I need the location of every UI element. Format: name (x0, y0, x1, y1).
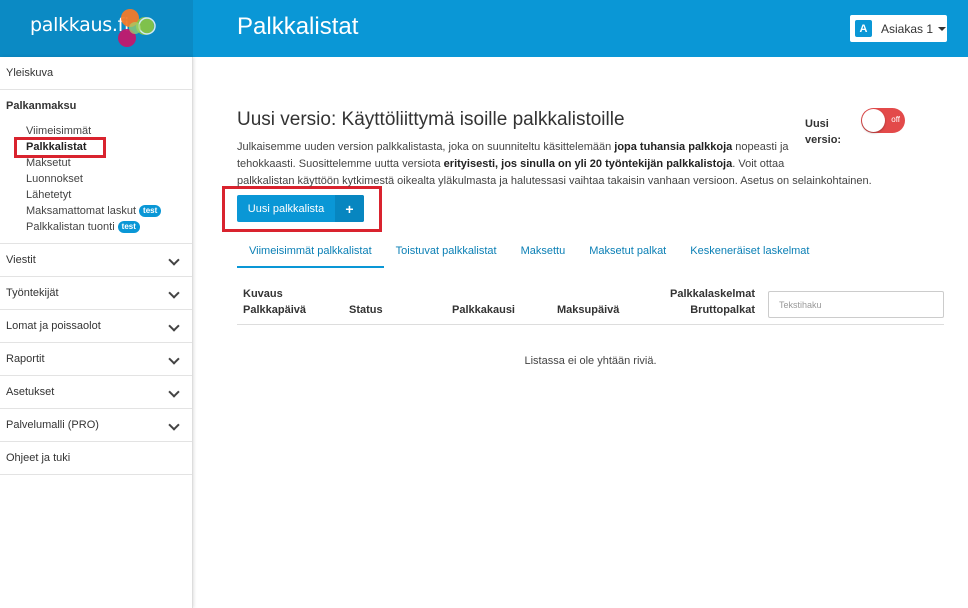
intro-bold: jopa tuhansia palkkoja (614, 141, 733, 153)
sidebar-subitem-luonnokset[interactable]: Luonnokset (0, 171, 192, 187)
column-header-kuvaus[interactable]: Kuvaus Palkkapäivä (243, 286, 306, 318)
intro-bold: erityisesti, jos sinulla on yli 20 työnt… (443, 158, 733, 170)
logo[interactable]: palkkaus.fi (0, 0, 193, 57)
tab-toistuvat-palkkalistat[interactable]: Toistuvat palkkalistat (384, 239, 509, 268)
top-bar: palkkaus.fi Palkkalistat A Asiakas 1 (0, 0, 968, 57)
new-payroll-list-button[interactable]: Uusi palkkalista + (237, 195, 364, 222)
tab-viimeisimmat-palkkalistat[interactable]: Viimeisimmät palkkalistat (237, 239, 384, 268)
test-badge: test (117, 221, 140, 233)
search-input[interactable] (768, 291, 944, 318)
table-header-divider (237, 324, 944, 325)
column-label: Palkkapäivä (243, 304, 306, 316)
sidebar-item-label: Palkanmaksu (6, 100, 77, 112)
section-heading: Uusi versio: Käyttöliittymä isoille palk… (237, 109, 625, 130)
column-label: Bruttopalkat (690, 304, 755, 316)
sidebar-item-label: Työntekijät (6, 287, 59, 299)
sidebar-item-label: Raportit (6, 353, 45, 365)
subitem-label: Maksamattomat laskut (26, 205, 137, 217)
sidebar-item-label: Lomat ja poissaolot (6, 320, 101, 332)
sidebar-item-lomat[interactable]: Lomat ja poissaolot (0, 310, 192, 343)
test-badge: test (139, 205, 162, 217)
sidebar-item-label: Viestit (6, 254, 36, 266)
account-menu-button[interactable]: A Asiakas 1 (850, 15, 947, 42)
highlight-box-palkkalistat (14, 137, 106, 158)
sidebar-item-label: Ohjeet ja tuki (6, 452, 71, 464)
page-title: Palkkalistat (237, 13, 359, 40)
account-avatar: A (855, 20, 872, 37)
chevron-down-icon (168, 287, 180, 299)
toggle-state-text: off (891, 115, 900, 124)
chevron-down-icon (168, 386, 180, 398)
chevron-down-icon (168, 320, 180, 332)
sidebar-item-asetukset[interactable]: Asetukset (0, 376, 192, 409)
empty-list-message: Listassa ei ole yhtään riviä. (524, 355, 657, 367)
chevron-down-icon (168, 254, 180, 266)
sidebar-subitem-lahetetyt[interactable]: Lähetetyt (0, 187, 192, 203)
sidebar-item-label: Asetukset (6, 386, 55, 398)
column-header-status[interactable]: Status (349, 302, 383, 318)
chevron-down-icon (168, 353, 180, 365)
intro-text: Julkaisemme uuden version palkkalistasta… (237, 141, 615, 153)
sidebar-item-viestit[interactable]: Viestit (0, 244, 192, 277)
sidebar-subitem-palkkalistan-tuonti[interactable]: Palkkalistan tuonti test (0, 219, 192, 235)
sidebar-item-ohjeet[interactable]: Ohjeet ja tuki (0, 442, 192, 475)
intro-text: palkkalistan käyttöön kytkimestä oikealt… (237, 175, 872, 187)
sidebar-item-label: Yleiskuva (6, 67, 54, 79)
tabs: Viimeisimmät palkkalistat Toistuvat palk… (237, 239, 944, 268)
sidebar-item-label: Palvelumalli (PRO) (6, 419, 99, 431)
toggle-label-line: Uusi (805, 118, 829, 130)
new-version-toggle[interactable]: off (861, 108, 905, 133)
column-header-palkkakausi[interactable]: Palkkakausi (452, 302, 515, 318)
intro-text: tehokkaasti. Suosittelemme uutta versiot… (237, 158, 444, 170)
subitem-label: Lähetetyt (26, 189, 72, 201)
sidebar-item-palvelumalli[interactable]: Palvelumalli (PRO) (0, 409, 192, 442)
tab-maksetut-palkat[interactable]: Maksetut palkat (577, 239, 678, 268)
intro-text: nopeasti ja (732, 141, 789, 153)
sidebar-group-palkanmaksu: Palkanmaksu Viimeisimmät Palkkalistat Ma… (0, 90, 192, 244)
sidebar-item-yleiskuva[interactable]: Yleiskuva (0, 57, 192, 90)
intro-text: . Voit ottaa (732, 158, 785, 170)
new-payroll-list-label: Uusi palkkalista (247, 202, 325, 215)
intro-text-line-1: Julkaisemme uuden version palkkalistasta… (237, 139, 797, 156)
subitem-label: Luonnokset (26, 173, 83, 185)
caret-down-icon (938, 26, 947, 31)
chevron-down-icon (168, 419, 180, 431)
sidebar-item-tyontekijat[interactable]: Työntekijät (0, 277, 192, 310)
plus-icon: + (335, 195, 364, 222)
new-version-label: Uusi versio: (805, 116, 841, 148)
toggle-label-line: versio: (805, 134, 842, 146)
toggle-knob (862, 109, 885, 132)
sidebar-item-palkanmaksu[interactable]: Palkanmaksu (0, 90, 192, 123)
logo-circles-icon (118, 9, 156, 47)
tab-maksettu[interactable]: Maksettu (509, 239, 578, 268)
subitem-label: Palkkalistan tuonti (26, 221, 115, 233)
column-label: Palkkalaskelmat (669, 288, 755, 300)
account-name: Asiakas 1 (881, 21, 934, 36)
sidebar-subitem-maksamattomat-laskut[interactable]: Maksamattomat laskut test (0, 203, 192, 219)
column-label: Kuvaus (243, 288, 283, 300)
sidebar-item-raportit[interactable]: Raportit (0, 343, 192, 376)
intro-text-rest: tehokkaasti. Suosittelemme uutta versiot… (237, 156, 907, 190)
logo-text: palkkaus.fi (30, 14, 129, 36)
tab-keskeneraiset-laskelmat[interactable]: Keskeneräiset laskelmat (678, 239, 821, 268)
column-header-palkkalaskelmat[interactable]: Palkkalaskelmat Bruttopalkat (640, 286, 755, 318)
column-header-maksupaiva[interactable]: Maksupäivä (557, 302, 619, 318)
